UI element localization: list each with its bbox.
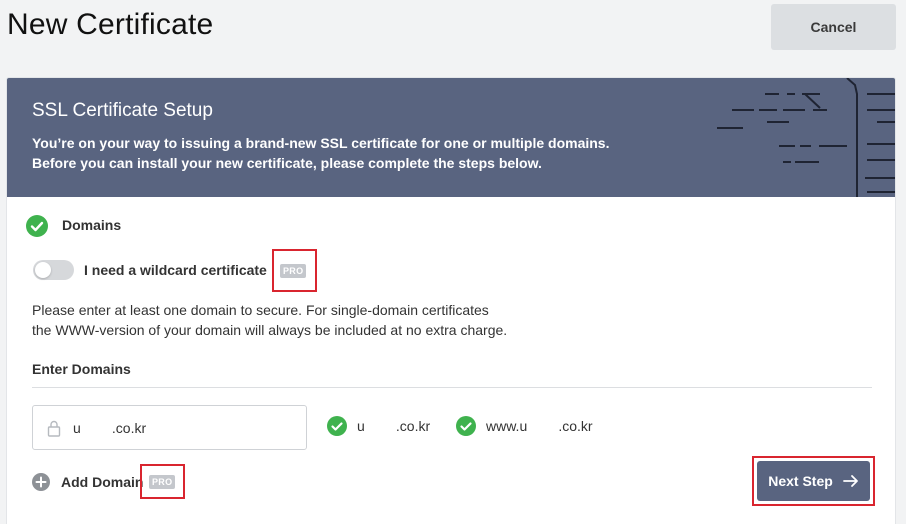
next-step-button[interactable]: Next Step bbox=[757, 461, 870, 501]
domain-input[interactable] bbox=[73, 406, 298, 449]
info-line: Please enter at least one domain to secu… bbox=[32, 302, 489, 318]
certificate-setup-card: SSL Certificate Setup You’re on your way… bbox=[6, 77, 896, 524]
domain-result: www.u .co.kr bbox=[456, 416, 593, 436]
valid-check-icon bbox=[456, 416, 476, 436]
wildcard-label: I need a wildcard certificate bbox=[84, 262, 267, 278]
domain-info-text: Please enter at least one domain to secu… bbox=[32, 300, 552, 340]
add-domain-button[interactable]: Add Domain bbox=[32, 473, 143, 491]
header-description-line: Before you can install your new certific… bbox=[32, 155, 542, 171]
decoration-lines-icon bbox=[717, 78, 895, 197]
domain-result-text: www.u .co.kr bbox=[486, 418, 593, 434]
domain-input-container bbox=[32, 405, 307, 450]
enter-domains-title: Enter Domains bbox=[32, 361, 131, 377]
setup-header: SSL Certificate Setup You’re on your way… bbox=[7, 78, 895, 197]
add-domain-pro-badge: PRO bbox=[149, 475, 176, 489]
header-description: You’re on your way to issuing a brand-ne… bbox=[32, 133, 672, 173]
page-title: New Certificate bbox=[7, 8, 214, 41]
wildcard-toggle[interactable] bbox=[33, 260, 74, 280]
wildcard-pro-badge: PRO bbox=[280, 264, 307, 278]
domain-result: u .co.kr bbox=[327, 416, 430, 436]
step-label-domains: Domains bbox=[62, 217, 122, 233]
step-complete-check-icon bbox=[26, 215, 48, 237]
lock-icon bbox=[47, 420, 61, 437]
header-title: SSL Certificate Setup bbox=[32, 100, 213, 121]
section-divider bbox=[32, 387, 872, 388]
plus-circle-icon bbox=[32, 473, 50, 491]
toggle-knob bbox=[35, 262, 51, 278]
arrow-right-icon bbox=[842, 475, 858, 487]
header-description-line: You’re on your way to issuing a brand-ne… bbox=[32, 135, 610, 151]
next-step-label: Next Step bbox=[768, 473, 833, 489]
domain-result-text: u .co.kr bbox=[357, 418, 431, 434]
info-line: the WWW-version of your domain will alwa… bbox=[32, 322, 508, 338]
valid-check-icon bbox=[327, 416, 347, 436]
add-domain-label: Add Domain bbox=[61, 474, 144, 490]
cancel-button[interactable]: Cancel bbox=[771, 4, 896, 50]
